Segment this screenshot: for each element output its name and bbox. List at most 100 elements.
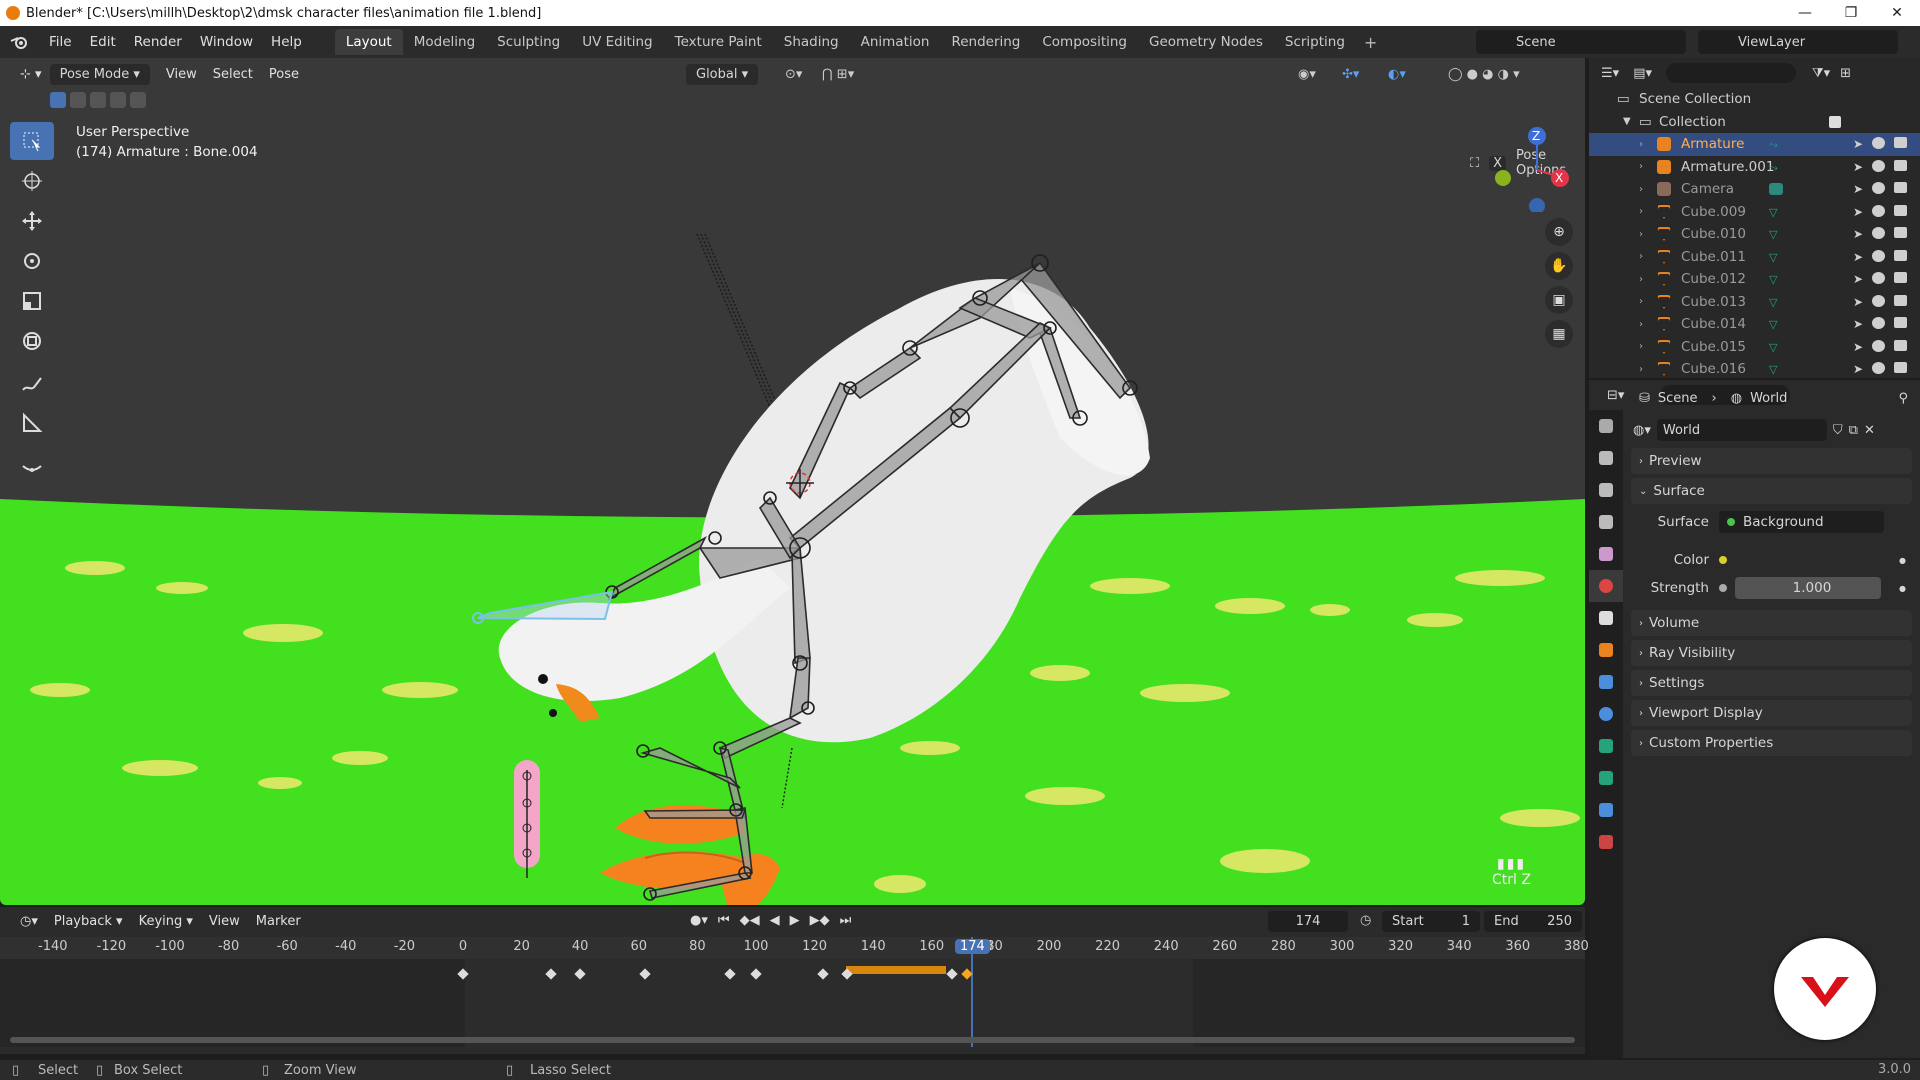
- camera-render-icon[interactable]: [1894, 317, 1908, 329]
- eye-icon[interactable]: [1872, 204, 1886, 217]
- select-arrow-icon[interactable]: ➤: [1853, 250, 1863, 264]
- minimize-button[interactable]: —: [1782, 5, 1828, 21]
- expand-arrow-icon[interactable]: ›: [1639, 341, 1643, 352]
- tab-layout[interactable]: Layout: [334, 29, 403, 55]
- keying-menu[interactable]: Keying ▾: [131, 911, 201, 932]
- menu-file[interactable]: File: [40, 30, 81, 54]
- expand-arrow-icon[interactable]: ›: [1639, 364, 1643, 375]
- eye-icon[interactable]: [1872, 227, 1886, 240]
- start-frame-field[interactable]: Start 1: [1382, 911, 1480, 932]
- marker-menu[interactable]: Marker: [248, 911, 309, 932]
- color-socket-icon[interactable]: [1719, 556, 1727, 564]
- new-collection-icon[interactable]: ⊞: [1840, 66, 1851, 81]
- expand-arrow-icon[interactable]: ›: [1639, 319, 1643, 330]
- eye-icon[interactable]: [1872, 182, 1886, 195]
- eye-icon[interactable]: [1872, 249, 1886, 262]
- visibility-toggles[interactable]: ➤: [1853, 159, 1908, 174]
- tab-shading[interactable]: Shading: [773, 29, 850, 55]
- bone-constraint-tab-icon[interactable]: [1589, 794, 1623, 826]
- surface-panel[interactable]: ⌄ Surface: [1631, 478, 1912, 504]
- mirror-icon[interactable]: ⛶: [1470, 156, 1479, 171]
- object-data-tab-icon[interactable]: [1589, 730, 1623, 762]
- tab-sculpting[interactable]: Sculpting: [486, 29, 571, 55]
- select-arrow-icon[interactable]: ➤: [1853, 317, 1863, 331]
- scale-tool[interactable]: [10, 282, 54, 320]
- cursor-tool[interactable]: [10, 162, 54, 200]
- expand-arrow-icon[interactable]: ›: [1639, 206, 1643, 217]
- modifier-tab-icon[interactable]: [1589, 666, 1623, 698]
- view-layer-tab-icon[interactable]: [1589, 506, 1623, 538]
- world-name-field[interactable]: World: [1656, 419, 1827, 441]
- strength-socket-icon[interactable]: [1719, 584, 1727, 592]
- outliner-item[interactable]: › Armature.001 ⤳ ➤: [1589, 156, 1920, 179]
- camera-render-icon[interactable]: [1894, 272, 1908, 284]
- visibility-toggles[interactable]: ➤: [1853, 272, 1908, 286]
- 3d-viewport[interactable]: ⊹ ▾ Pose Mode ▾ View Select Pose Global …: [0, 58, 1585, 905]
- duplicate-icon[interactable]: ⧉: [1849, 423, 1858, 438]
- transform-orientation-selector[interactable]: Global ▾: [686, 63, 759, 85]
- current-frame-field[interactable]: 174: [1268, 911, 1348, 932]
- camera-render-icon[interactable]: [1894, 249, 1908, 261]
- expand-arrow-icon[interactable]: ›: [1639, 251, 1643, 262]
- tab-compositing[interactable]: Compositing: [1031, 29, 1138, 55]
- gizmo-toggle-icon[interactable]: ✣▾: [1342, 67, 1359, 82]
- select-arrow-icon[interactable]: ➤: [1853, 340, 1863, 354]
- object-tab-icon[interactable]: [1589, 634, 1623, 666]
- custom-properties-panel[interactable]: › Custom Properties: [1631, 730, 1912, 756]
- tab-geometry-nodes[interactable]: Geometry Nodes: [1138, 29, 1274, 55]
- eye-icon[interactable]: [1872, 159, 1886, 172]
- camera-data-icon[interactable]: [1769, 183, 1783, 196]
- tab-modeling[interactable]: Modeling: [403, 29, 486, 55]
- zoom-icon[interactable]: ⊕: [1545, 218, 1573, 246]
- grid-perspective-icon[interactable]: ▦: [1545, 320, 1573, 348]
- visibility-toggles[interactable]: ➤: [1853, 182, 1908, 196]
- select-arrow-icon[interactable]: ➤: [1853, 182, 1863, 196]
- visibility-toggles[interactable]: ➤: [1853, 249, 1908, 264]
- expand-arrow-icon[interactable]: ›: [1639, 161, 1643, 172]
- end-frame-field[interactable]: End 250: [1484, 911, 1582, 932]
- visibility-toggles[interactable]: ➤: [1853, 227, 1908, 241]
- select-arrow-icon[interactable]: ➤: [1853, 160, 1863, 174]
- camera-render-icon[interactable]: [1894, 137, 1908, 149]
- tab-rendering[interactable]: Rendering: [940, 29, 1031, 55]
- close-button[interactable]: ✕: [1874, 5, 1920, 21]
- menu-pose[interactable]: Pose: [261, 64, 307, 85]
- play-button[interactable]: ▶: [790, 913, 800, 928]
- select-arrow-icon[interactable]: ➤: [1853, 205, 1863, 219]
- shading-modes-icon[interactable]: ◯ ● ◕ ◑ ▾: [1448, 67, 1520, 82]
- keyframe-dot-icon[interactable]: ●: [1899, 556, 1906, 565]
- ray-visibility-panel[interactable]: › Ray Visibility: [1631, 640, 1912, 666]
- color-swatch[interactable]: [1735, 549, 1882, 571]
- mesh-data-icon[interactable]: ▽: [1769, 341, 1783, 354]
- scene-selector[interactable]: Scene: [1476, 30, 1686, 54]
- outliner-item[interactable]: › Cube.015 ▽ ➤: [1589, 336, 1920, 359]
- pose-data-icon[interactable]: ⤳: [1769, 161, 1783, 174]
- viewport-display-panel[interactable]: › Viewport Display: [1631, 700, 1912, 726]
- expand-arrow-icon[interactable]: ›: [1639, 184, 1643, 195]
- select-box-tool[interactable]: [10, 122, 54, 160]
- properties-editor-icon[interactable]: ⊟▾: [1607, 388, 1624, 403]
- outliner-item[interactable]: › Armature ⤳ ➤: [1589, 133, 1920, 156]
- outliner-item[interactable]: › Cube.010 ▽ ➤: [1589, 223, 1920, 246]
- expand-arrow-icon[interactable]: ›: [1639, 229, 1643, 240]
- eye-icon[interactable]: [1872, 272, 1886, 285]
- select-arrow-icon[interactable]: ➤: [1853, 295, 1863, 309]
- mesh-data-icon[interactable]: ▽: [1769, 206, 1783, 219]
- editor-type-icon[interactable]: ⊹ ▾: [12, 64, 50, 85]
- outliner-collection[interactable]: ▼ ▭ Collection: [1589, 111, 1920, 134]
- menu-edit[interactable]: Edit: [81, 30, 125, 54]
- visibility-toggles[interactable]: ➤: [1853, 294, 1908, 309]
- pan-hand-icon[interactable]: ✋: [1545, 252, 1573, 280]
- collection-tab-icon[interactable]: [1589, 602, 1623, 634]
- mesh-data-icon[interactable]: ▽: [1769, 228, 1783, 241]
- pose-data-icon[interactable]: ⤳: [1769, 138, 1783, 151]
- world-tab-icon[interactable]: [1589, 570, 1623, 602]
- fake-user-icon[interactable]: ⛉: [1833, 423, 1843, 438]
- tab-uv-editing[interactable]: UV Editing: [571, 29, 663, 55]
- outliner-editor-icon[interactable]: ☰▾: [1601, 66, 1619, 81]
- strength-field[interactable]: 1.000: [1735, 577, 1882, 599]
- add-workspace-button[interactable]: +: [1356, 29, 1385, 56]
- texture-tab-icon[interactable]: [1589, 826, 1623, 858]
- camera-render-icon[interactable]: [1894, 227, 1908, 239]
- eye-icon[interactable]: [1872, 362, 1886, 375]
